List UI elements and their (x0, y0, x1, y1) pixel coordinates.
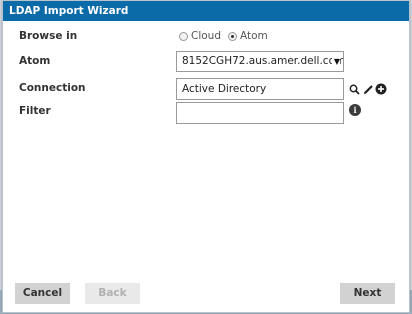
back-button[interactable]: Back (85, 283, 140, 304)
next-button[interactable]: Next (340, 283, 395, 304)
cancel-button[interactable]: Cancel (15, 283, 70, 304)
atom-label: Atom (19, 55, 51, 67)
atom-select-value: 8152CGH72.aus.amer.dell.com (182, 55, 344, 67)
browse-in-label: Browse in (19, 30, 78, 42)
dialog-title: LDAP Import Wizard (3, 1, 409, 21)
filter-label: Filter (19, 105, 51, 117)
plus-circle-icon[interactable] (375, 83, 387, 95)
radio-cloud[interactable] (179, 31, 188, 41)
dropdown-arrow-icon: ▼ (331, 52, 340, 71)
connection-input[interactable] (176, 78, 344, 100)
connection-label: Connection (19, 82, 86, 94)
radio-cloud-label[interactable]: Cloud (191, 30, 221, 42)
search-icon[interactable] (348, 83, 360, 95)
radio-atom[interactable] (228, 31, 237, 41)
radio-atom-label[interactable]: Atom (240, 30, 268, 42)
ldap-import-wizard-dialog: LDAP Import Wizard Browse in Cloud Atom … (2, 0, 410, 313)
browse-in-radio-group: Cloud Atom (179, 29, 275, 43)
filter-input[interactable] (176, 102, 344, 124)
info-icon[interactable]: i (349, 104, 361, 116)
atom-select[interactable]: 8152CGH72.aus.amer.dell.com ▼ (176, 51, 344, 72)
pencil-icon[interactable] (362, 83, 374, 95)
